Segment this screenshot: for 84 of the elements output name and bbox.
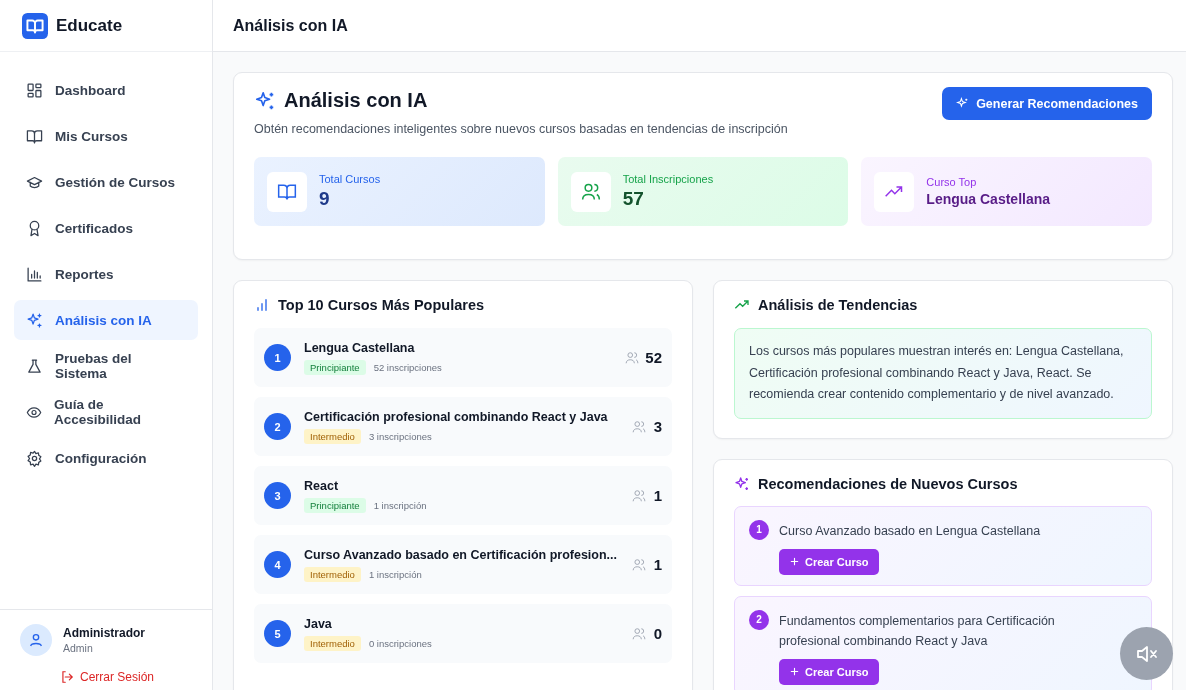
recommendation-text: Curso Avanzado basado en Lengua Castellana (779, 522, 1042, 540)
sparkles-icon (254, 89, 276, 112)
course-title: Curso Avanzado basado en Certificación profesion... (304, 547, 619, 562)
sparkles-icon (734, 475, 750, 492)
generate-button[interactable]: Generar Recomendaciones (942, 87, 1152, 120)
logout-link[interactable]: Cerrar Sesión (60, 670, 155, 684)
rank-badge: 1 (749, 519, 769, 540)
course-row[interactable]: 3 React Principiante 1 inscripción 1 (254, 466, 672, 525)
student-count: 3 (652, 418, 662, 435)
trend-summary: Los cursos más populares muestran interés en: Lengua Castellana, Certificación profesional combinando React y Java, React. Se recomienda crear contenido complementario y de nivel avanzado. (734, 328, 1152, 419)
users-icon (580, 181, 601, 202)
sparkles-icon (956, 97, 970, 110)
sidebar-item[interactable]: Guía de Accesibilidad (14, 392, 198, 432)
level-badge: Intermedio (304, 635, 361, 651)
users-icon (632, 419, 646, 434)
stat-value: 9 (319, 188, 331, 210)
card-title: Recomendaciones de Nuevos Cursos (758, 475, 1018, 492)
plus-icon (789, 666, 800, 677)
course-row[interactable]: 4 Curso Avanzado basado en Certificación profesion... Intermedio 1 inscripción 1 (254, 535, 672, 594)
page-title: Análisis con IA (233, 16, 348, 35)
stat-label: Total Inscripciones (622, 173, 714, 185)
course-row[interactable]: 2 Certificación profesional combinando React y Java Intermedio 3 inscripciones 3 (254, 397, 672, 456)
sidebar-item[interactable]: Análisis con IA (14, 300, 198, 340)
user-name: Administrador (63, 626, 145, 640)
stat-value: Lengua Castellana (926, 191, 1051, 207)
sidebar-item[interactable]: Reportes (14, 254, 198, 294)
course-title: Java (304, 616, 333, 631)
users-icon (625, 350, 640, 365)
sidebar-item[interactable]: Mis Cursos (14, 116, 198, 156)
rank-badge: 2 (264, 413, 291, 440)
logout-icon (60, 670, 74, 684)
level-badge: Principiante (304, 359, 366, 375)
stat-label: Total Cursos (319, 173, 381, 185)
enrollment-count: 52 inscripciones (373, 361, 442, 373)
sidebar-item[interactable]: Dashboard (14, 70, 198, 110)
sidebar-item[interactable]: Gestión de Cursos (14, 162, 198, 202)
course-row[interactable]: 5 Java Intermedio 0 inscripciones 0 (254, 604, 672, 663)
course-title: Certificación profesional combinando React y Java (304, 409, 609, 424)
enrollment-count: 0 inscripciones (368, 637, 432, 649)
user-role: Admin (63, 642, 94, 654)
card-title: Análisis de Tendencias (758, 297, 918, 313)
app-name: Educate (56, 15, 123, 36)
rank-badge: 4 (264, 551, 291, 578)
plus-icon (789, 556, 800, 567)
enrollment-count: 1 inscripción (373, 499, 427, 511)
grid-icon (26, 81, 43, 99)
stat-label: Curso Top (926, 176, 978, 188)
level-badge: Intermedio (304, 428, 361, 444)
sidebar-item[interactable]: Configuración (14, 438, 198, 478)
sparkles-icon (26, 311, 43, 329)
section-subtitle: Obtén recomendaciones inteligentes sobre nuevos cursos basadas en tendencias de inscripción (254, 122, 788, 136)
level-badge: Intermedio (304, 566, 361, 582)
section-title: Análisis con IA (284, 89, 428, 112)
signal-bars-icon (254, 297, 270, 313)
course-title: Lengua Castellana (304, 340, 416, 355)
course-title: React (304, 478, 340, 493)
book-icon (22, 12, 48, 39)
enrollment-count: 1 inscripción (368, 568, 422, 580)
users-icon (632, 626, 646, 641)
flask-icon (26, 357, 43, 375)
users-icon (632, 488, 646, 503)
sidebar-item[interactable]: Certificados (14, 208, 198, 248)
card-title: Top 10 Cursos Más Populares (278, 297, 484, 313)
user-icon (28, 632, 44, 648)
rank-badge: 2 (749, 609, 769, 630)
rank-badge: 1 (264, 344, 291, 371)
course-row[interactable]: 1 Lengua Castellana Principiante 52 inscripciones 52 (254, 328, 672, 387)
student-count: 1 (652, 556, 662, 573)
student-count: 0 (652, 625, 662, 642)
sidebar-item[interactable]: Pruebas del Sistema (14, 346, 198, 386)
users-icon (632, 557, 646, 572)
rank-badge: 5 (264, 620, 291, 647)
level-badge: Principiante (304, 497, 366, 513)
enrollment-count: 3 inscripciones (368, 430, 432, 442)
student-count: 52 (645, 349, 662, 366)
recommendation-text: Fundamentos complementarios para Certificación profesional combinando React y Java (779, 612, 1056, 650)
stat-value: 57 (622, 188, 645, 210)
bar-chart-icon (26, 265, 43, 283)
gear-icon (26, 449, 43, 467)
book-icon (26, 127, 43, 145)
create-course-button[interactable]: Crear Curso (779, 548, 879, 575)
student-count: 1 (652, 487, 662, 504)
create-course-button[interactable]: Crear Curso (779, 658, 879, 685)
rank-badge: 3 (264, 482, 291, 509)
